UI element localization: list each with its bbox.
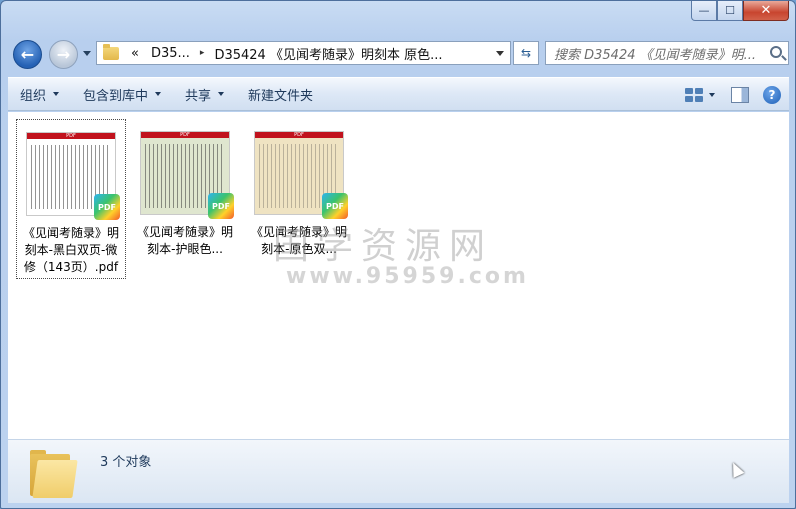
include-in-library-menu[interactable]: 包含到库中 [71, 79, 173, 109]
recent-locations-dropdown-icon[interactable] [83, 51, 91, 56]
file-thumbnail: PDF PDF [26, 132, 120, 220]
pdf-file-icon: PDF [94, 194, 120, 220]
refresh-button[interactable]: ⇆ [513, 41, 539, 65]
maximize-button[interactable]: ☐ [717, 1, 743, 21]
breadcrumb-overflow[interactable]: « [125, 46, 145, 61]
minimize-button[interactable]: — [691, 1, 717, 21]
file-thumbnail: PDF PDF [140, 131, 234, 219]
new-folder-button[interactable]: 新建文件夹 [236, 79, 325, 109]
pdf-file-icon: PDF [208, 193, 234, 219]
pdf-header: PDF [255, 132, 343, 138]
view-controls: ? [679, 78, 789, 112]
back-button[interactable]: ← [13, 40, 42, 69]
include-library-label: 包含到库中 [83, 88, 149, 104]
address-bar[interactable]: « D35... ▸ D35424 《见闻考随录》明刻本 原色... [96, 41, 511, 65]
title-bar[interactable]: — ☐ ✕ [1, 1, 795, 33]
chevron-down-icon [155, 92, 162, 96]
close-button[interactable]: ✕ [743, 1, 789, 21]
chevron-down-icon [218, 92, 225, 96]
file-list[interactable]: PDF PDF 《见闻考随录》明刻本-黑白双页-微修（143页）.pdf PDF… [8, 112, 789, 439]
forward-button[interactable]: → [49, 40, 78, 69]
file-name: 《见闻考随录》明刻本-护眼色... [136, 225, 233, 256]
file-item[interactable]: PDF PDF 《见闻考随录》明刻本-黑白双页-微修（143页）.pdf [16, 119, 126, 279]
pdf-file-icon: PDF [322, 193, 348, 219]
pdf-header: PDF [141, 132, 229, 138]
mouse-cursor-icon [727, 460, 745, 478]
help-icon[interactable]: ? [763, 86, 781, 104]
new-folder-label: 新建文件夹 [248, 88, 314, 104]
search-icon[interactable] [770, 46, 782, 58]
organize-menu[interactable]: 组织 [8, 79, 71, 109]
share-menu[interactable]: 共享 [173, 79, 236, 109]
folder-icon [30, 448, 78, 498]
chevron-down-icon [53, 92, 60, 96]
file-item[interactable]: PDF PDF 《见闻考随录》明刻本-护眼色... [130, 119, 240, 260]
breadcrumb-parent[interactable]: D35... [145, 46, 196, 61]
caption-buttons: — ☐ ✕ [691, 1, 789, 21]
details-pane: 3 个对象 [8, 439, 789, 503]
search-placeholder: 搜索 D35424 《见闻考随录》明... [554, 47, 757, 63]
change-view-icon[interactable] [685, 88, 703, 102]
preview-pane-icon[interactable] [731, 87, 749, 103]
file-name: 《见闻考随录》明刻本-黑白双页-微修（143页）.pdf [22, 226, 119, 274]
view-options-chevron-icon[interactable] [709, 93, 715, 97]
watermark-text: 国学资源网 [273, 226, 494, 267]
command-bar: 组织 包含到库中 共享 新建文件夹 ? [8, 77, 789, 111]
file-thumbnail: PDF PDF [254, 131, 348, 219]
share-label: 共享 [185, 88, 212, 104]
organize-label: 组织 [20, 88, 47, 104]
watermark-url: www.95959.com [286, 264, 529, 289]
explorer-window: — ☐ ✕ ← → « D35... ▸ D35424 《见闻考随录》明刻本 原… [0, 0, 796, 509]
address-dropdown-icon[interactable] [496, 51, 504, 56]
item-count: 3 个对象 [100, 455, 152, 470]
pdf-header: PDF [27, 133, 115, 139]
search-input[interactable]: 搜索 D35424 《见闻考随录》明... [545, 41, 789, 65]
navigation-bar: ← → « D35... ▸ D35424 《见闻考随录》明刻本 原色... ⇆… [1, 37, 795, 71]
breadcrumb-separator-icon[interactable]: ▸ [196, 48, 209, 58]
breadcrumb-current[interactable]: D35424 《见闻考随录》明刻本 原色... [208, 44, 448, 63]
folder-icon [103, 43, 119, 60]
